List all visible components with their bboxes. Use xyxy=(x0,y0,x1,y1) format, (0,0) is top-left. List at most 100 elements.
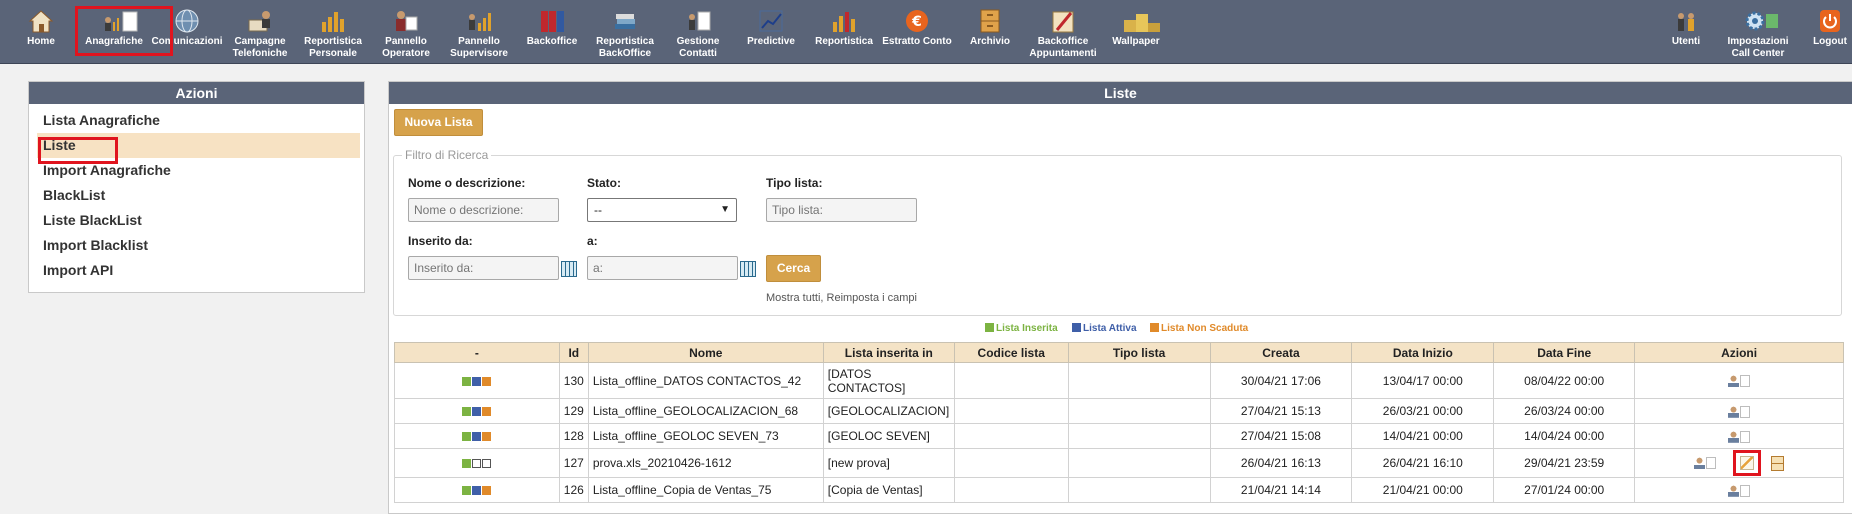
to-date-input[interactable] xyxy=(587,256,738,280)
filter-links[interactable]: Mostra tutti, Reimposta i campi xyxy=(766,292,917,304)
user-icon[interactable] xyxy=(1728,484,1740,497)
cell-fine: 08/04/22 00:00 xyxy=(1493,362,1636,399)
filter-legend: Filtro di Ricerca xyxy=(405,148,489,162)
toolbar-home[interactable]: Home xyxy=(4,8,78,48)
toolbar-archivio[interactable]: Archivio xyxy=(953,8,1027,48)
toolbar-backoffice-appuntamenti[interactable]: Backoffice Appuntamenti xyxy=(1026,8,1100,60)
menu-item-liste-blacklist[interactable]: Liste BlackList xyxy=(29,208,364,233)
calendar-icon[interactable] xyxy=(561,261,577,277)
col-data-inizio[interactable]: Data Inizio xyxy=(1351,342,1495,363)
menu-item-blacklist[interactable]: BlackList xyxy=(29,183,364,208)
status-squares xyxy=(394,448,560,478)
edit-pencil-icon[interactable] xyxy=(1739,456,1754,471)
legend-label: Lista Attiva xyxy=(1083,323,1137,334)
cell-actions xyxy=(1634,362,1844,399)
cell-id: 126 xyxy=(558,477,589,503)
menu-item-import-api[interactable]: Import API xyxy=(29,258,364,283)
table-header-row: - Id Nome Lista inserita in Codice lista… xyxy=(394,342,1844,363)
contacts-icon xyxy=(684,8,712,34)
calendar-icon[interactable] xyxy=(740,261,756,277)
document-icon[interactable] xyxy=(1740,430,1751,443)
document-icon[interactable] xyxy=(1740,375,1751,388)
name-input[interactable] xyxy=(408,198,559,222)
type-input[interactable] xyxy=(766,198,917,222)
status-squares xyxy=(394,477,560,503)
col-creata[interactable]: Creata xyxy=(1209,342,1353,363)
toolbar-reportistica-backoffice[interactable]: Reportistica BackOffice xyxy=(588,8,662,60)
cell-fine: 14/04/24 00:00 xyxy=(1493,423,1636,449)
operator-icon xyxy=(392,8,420,34)
col-tipo-lista[interactable]: Tipo lista xyxy=(1067,342,1211,363)
from-date-input[interactable] xyxy=(408,256,559,280)
cell-inizio: 26/04/21 16:10 xyxy=(1351,448,1495,478)
menu-item-lista-anagrafiche[interactable]: Lista Anagrafiche xyxy=(29,108,364,133)
toolbar-predictive[interactable]: Predictive xyxy=(734,8,808,48)
toolbar-estratto-conto[interactable]: € Estratto Conto xyxy=(880,8,954,48)
col-codice-lista[interactable]: Codice lista xyxy=(953,342,1069,363)
cell-fine: 27/01/24 00:00 xyxy=(1493,477,1636,503)
supervisor-icon xyxy=(465,8,493,34)
toolbar-comunicazioni[interactable]: Comunicazioni xyxy=(150,8,224,48)
cell-tipo xyxy=(1067,423,1211,449)
cell-id: 130 xyxy=(558,362,589,399)
toolbar-anagrafiche[interactable]: Anagrafiche xyxy=(77,8,151,48)
toolbar-pannello-supervisore[interactable]: Pannello Supervisore xyxy=(442,8,516,60)
line-chart-icon xyxy=(757,8,785,34)
col-lista-inserita-in[interactable]: Lista inserita in xyxy=(822,342,955,363)
archive-cabinet-icon xyxy=(976,8,1004,34)
user-icon[interactable] xyxy=(1728,375,1740,388)
table-row: 128 Lista_offline_GEOLOC SEVEN_73 [GEOLO… xyxy=(394,423,1844,449)
toolbar-impostazioni-call-center[interactable]: Impostazioni Call Center xyxy=(1721,8,1795,60)
user-icon[interactable] xyxy=(1693,457,1705,470)
menu-item-import-blacklist[interactable]: Import Blacklist xyxy=(29,233,364,258)
main-toolbar: Home Anagrafiche Comunicazioni Campagne … xyxy=(0,0,1852,64)
cell-codice xyxy=(953,423,1069,449)
toolbar-campagne-telefoniche[interactable]: Campagne Telefoniche xyxy=(223,8,297,60)
type-label: Tipo lista: xyxy=(766,176,823,190)
binders-icon xyxy=(538,8,566,34)
toolbar-backoffice[interactable]: Backoffice xyxy=(515,8,589,48)
address-book-icon[interactable] xyxy=(1771,455,1785,471)
highlight-edit-action xyxy=(1732,449,1761,477)
col-azioni: Azioni xyxy=(1634,342,1844,363)
table-row: 130 Lista_offline_DATOS CONTACTOS_42 [DA… xyxy=(394,362,1844,399)
status-squares xyxy=(394,362,560,399)
toolbar-logout[interactable]: Logout xyxy=(1793,8,1852,48)
from-label: Inserito da: xyxy=(408,234,473,248)
name-label: Nome o descrizione: xyxy=(408,176,526,190)
cell-id: 127 xyxy=(558,448,589,478)
search-button[interactable]: Cerca xyxy=(766,255,821,282)
search-filter: Filtro di Ricerca xyxy=(393,148,1842,316)
col-id[interactable]: Id xyxy=(558,342,589,363)
new-list-button[interactable]: Nuova Lista xyxy=(394,109,483,136)
toolbar-pannello-operatore[interactable]: Pannello Operatore xyxy=(369,8,443,60)
col-status[interactable]: - xyxy=(394,342,560,363)
cell-actions xyxy=(1634,448,1844,478)
document-icon[interactable] xyxy=(1740,405,1751,418)
cell-nome: Lista_offline_Copia de Ventas_75 xyxy=(587,477,824,503)
col-data-fine[interactable]: Data Fine xyxy=(1493,342,1636,363)
cell-codice xyxy=(953,398,1069,424)
document-icon[interactable] xyxy=(1740,484,1751,497)
bar-chart-icon xyxy=(830,8,858,34)
document-icon[interactable] xyxy=(1705,457,1716,470)
toolbar-utenti[interactable]: Utenti xyxy=(1649,8,1723,48)
col-nome[interactable]: Nome xyxy=(587,342,824,363)
people-document-icon xyxy=(100,8,138,34)
phone-campaign-icon xyxy=(246,8,274,34)
home-icon xyxy=(27,8,55,34)
user-icon[interactable] xyxy=(1728,405,1740,418)
cell-inizio: 21/04/21 00:00 xyxy=(1351,477,1495,503)
euro-coin-icon: € xyxy=(903,8,931,34)
toolbar-reportistica[interactable]: Reportistica xyxy=(807,8,881,48)
bar-chart-icon xyxy=(319,8,347,34)
cell-codice xyxy=(953,477,1069,503)
menu-item-import-anagrafiche[interactable]: Import Anagrafiche xyxy=(29,158,364,183)
user-icon[interactable] xyxy=(1728,430,1740,443)
toolbar-reportistica-personale[interactable]: Reportistica Personale xyxy=(296,8,370,60)
state-select[interactable]: -- ▼ xyxy=(587,198,737,222)
globe-icon xyxy=(173,8,201,34)
menu-item-liste[interactable]: Liste xyxy=(37,133,360,158)
toolbar-gestione-contatti[interactable]: Gestione Contatti xyxy=(661,8,735,60)
toolbar-wallpaper[interactable]: Wallpaper xyxy=(1099,8,1173,48)
